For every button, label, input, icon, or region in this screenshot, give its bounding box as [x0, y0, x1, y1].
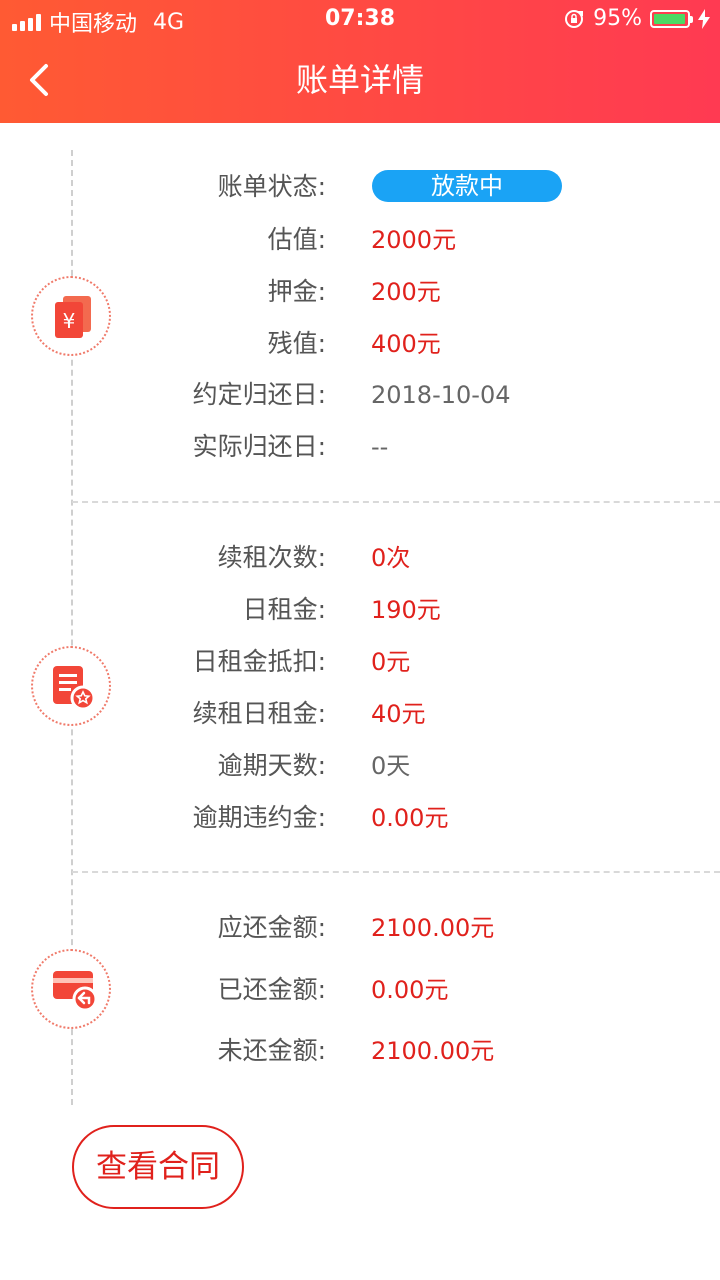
info-label: 约定归还日:: [192, 380, 326, 409]
charging-bolt-icon: [698, 8, 710, 29]
info-value: 0.00元: [371, 804, 449, 832]
info-label: 已还金额:: [217, 975, 326, 1004]
bill-status-label: 账单状态:: [217, 172, 326, 201]
info-label: 日租金抵扣:: [192, 647, 326, 676]
section-divider: [72, 871, 720, 873]
info-label: 估值:: [267, 225, 326, 254]
info-value: 200元: [371, 278, 441, 306]
section-divider: [72, 501, 720, 503]
info-label: 续租日租金:: [192, 699, 326, 728]
info-label: 逾期天数:: [217, 751, 326, 780]
info-row: 已还金额: 0.00元: [0, 970, 720, 1010]
info-row: 续租日租金: 40元: [0, 694, 720, 734]
info-value: 190元: [371, 596, 441, 624]
info-row: 约定归还日: 2018-10-04: [0, 375, 720, 415]
info-value: 2100.00元: [371, 914, 495, 942]
info-row: 日租金抵扣: 0元: [0, 642, 720, 682]
info-label: 残值:: [267, 329, 326, 358]
info-row: 残值: 400元: [0, 324, 720, 364]
bill-status-row: 账单状态: 放款中: [0, 167, 720, 207]
rotation-lock-icon: [565, 9, 584, 28]
info-label: 实际归还日:: [192, 432, 326, 461]
info-value: 2100.00元: [371, 1037, 495, 1065]
info-label: 应还金额:: [217, 913, 326, 942]
status-bar-right: 95%: [563, 6, 710, 31]
info-label: 续租次数:: [217, 543, 326, 572]
info-label: 日租金:: [242, 595, 326, 624]
battery-icon: [650, 9, 693, 28]
info-label: 押金:: [267, 277, 326, 306]
info-row: 逾期天数: 0天: [0, 746, 720, 786]
info-value: 2018-10-04: [371, 381, 511, 409]
page-title: 账单详情: [295, 61, 424, 99]
info-value: 2000元: [371, 226, 457, 254]
info-value: --: [371, 433, 389, 461]
info-label: 逾期违约金:: [192, 803, 326, 832]
info-row: 估值: 2000元: [0, 220, 720, 260]
info-row: 未还金额: 2100.00元: [0, 1031, 720, 1071]
app-header: 中国移动 4G 07:38 95% 账单详情: [0, 0, 720, 123]
info-row: 押金: 200元: [0, 272, 720, 312]
battery-percent: 95%: [593, 6, 642, 31]
info-value: 400元: [371, 330, 441, 358]
info-value: 0天: [371, 752, 411, 780]
info-row: 续租次数: 0次: [0, 538, 720, 578]
info-value: 0次: [371, 544, 411, 572]
status-bar: 中国移动 4G 07:38 95%: [0, 0, 720, 40]
info-row: 逾期违约金: 0.00元: [0, 798, 720, 838]
info-row: 应还金额: 2100.00元: [0, 908, 720, 948]
info-label: 未还金额:: [217, 1036, 326, 1065]
view-contract-button[interactable]: 查看合同: [72, 1125, 244, 1209]
info-value: 40元: [371, 700, 426, 728]
info-row: 日租金: 190元: [0, 590, 720, 630]
status-badge: 放款中: [372, 170, 562, 202]
info-value: 0.00元: [371, 976, 449, 1004]
info-row: 实际归还日: --: [0, 427, 720, 467]
info-value: 0元: [371, 648, 411, 676]
